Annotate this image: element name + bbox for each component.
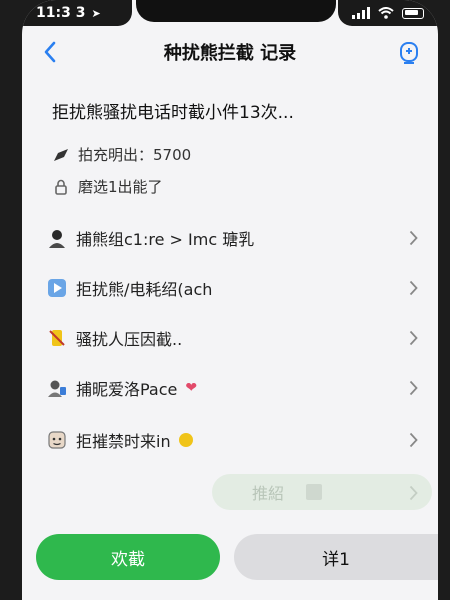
wifi-icon — [378, 7, 394, 19]
info-text: 拍充明出：5700 — [78, 146, 192, 164]
list-item-2[interactable]: 拒扰熊/电耗绍(ach — [46, 268, 418, 308]
chevron-right-icon — [409, 380, 418, 396]
status-left: 11:3 3 ➤ — [22, 0, 132, 26]
chevron-left-icon — [44, 41, 56, 63]
chevron-right-icon — [409, 485, 418, 501]
phone-slash-icon — [46, 327, 68, 349]
pen-icon — [52, 146, 70, 164]
battery-icon — [402, 7, 424, 19]
list-item-5[interactable]: 拒摧禁时来in — [46, 420, 418, 460]
shield-face-icon — [46, 429, 68, 451]
list-item-4[interactable]: 捕昵爱洛Pace ❤ — [46, 368, 418, 408]
back-button[interactable] — [36, 38, 64, 66]
primary-button[interactable]: 欢截 — [36, 534, 220, 580]
chevron-right-icon — [409, 432, 418, 448]
info-line-status: 磨选1出能了 — [52, 176, 163, 197]
details-button[interactable]: 详1 — [234, 534, 438, 580]
recommend-pill-label: 推紹 — [252, 484, 285, 503]
info-line-count: 拍充明出：5700 — [52, 144, 191, 165]
list-item-label: 骚扰人压因截.. — [76, 330, 183, 349]
status-right — [338, 0, 438, 26]
chevron-right-icon — [409, 230, 418, 246]
list-item-3[interactable]: 骚扰人压因截.. — [46, 318, 418, 358]
person-icon — [46, 227, 68, 249]
document-icon — [306, 484, 323, 500]
signal-bars-icon — [352, 7, 370, 19]
page-title: 种扰熊拦截 记录 — [163, 43, 297, 64]
list-item-1[interactable]: 捕熊组c1:re > Imc 瑭乳 — [46, 218, 418, 258]
phone-screen: 11:3 3 ➤ 种扰熊拦截 记录 拒扰熊骚扰电话时截小件13次... 拍充明出… — [22, 0, 438, 600]
summary-headline: 拒扰熊骚扰电话时截小件13次... — [52, 103, 294, 123]
avatar-icon — [46, 377, 68, 399]
status-time: 11:3 3 — [36, 5, 86, 21]
status-dot — [178, 433, 193, 447]
camera-notch — [136, 0, 336, 22]
play-icon — [46, 277, 68, 299]
lock-icon — [52, 178, 70, 196]
list-item-label: 捕昵爱洛Pace — [76, 380, 178, 399]
list-item-label: 捕熊组c1:re > Imc 瑭乳 — [76, 230, 255, 249]
location-arrow-icon: ➤ — [91, 6, 101, 20]
list-item-label: 拒摧禁时来in — [76, 432, 171, 451]
info-text: 磨选1出能了 — [78, 178, 163, 196]
chevron-right-icon — [409, 330, 418, 346]
nav-bar: 种扰熊拦截 记录 — [22, 30, 438, 74]
chevron-right-icon — [409, 280, 418, 296]
bell-badge-icon[interactable] — [396, 39, 422, 65]
list-item-label: 拒扰熊/电耗绍(ach — [76, 280, 213, 299]
heart-icon: ❤ — [185, 380, 198, 396]
recommend-pill[interactable]: 推紹 — [212, 474, 432, 510]
